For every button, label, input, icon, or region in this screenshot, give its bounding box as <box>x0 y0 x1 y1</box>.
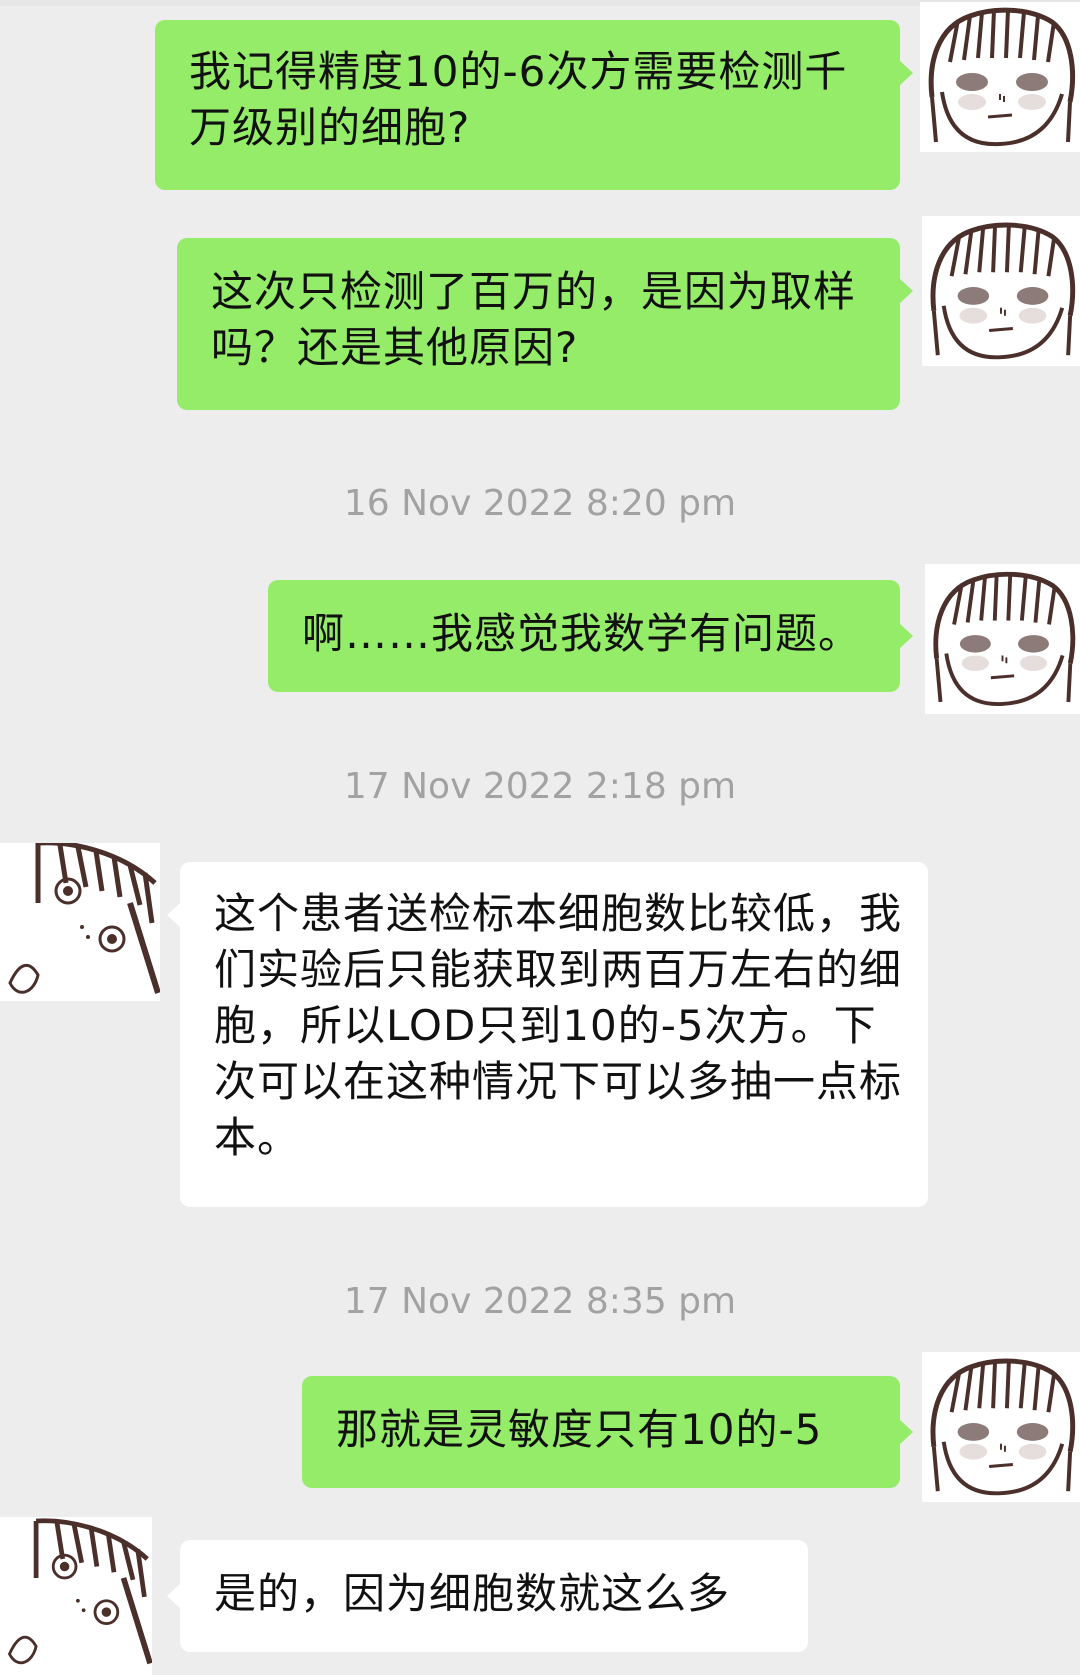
self-avatar[interactable] <box>925 564 1080 714</box>
message-bubble-incoming[interactable]: 这个患者送检标本细胞数比较低，我们实验后只能获取到两百万左右的细胞，所以LOD只… <box>167 862 928 1207</box>
cartoon-girl-bangs-avatar-icon <box>922 1352 1080 1502</box>
contact-avatar[interactable] <box>0 1517 152 1675</box>
contact-avatar[interactable] <box>0 843 160 1001</box>
message-bubble-outgoing[interactable]: 啊……我感觉我数学有问题。 <box>268 580 913 692</box>
self-avatar[interactable] <box>920 2 1080 152</box>
message-bubble-outgoing[interactable]: 我记得精度10的-6次方需要检测千万级别的细胞? <box>155 20 913 190</box>
message-bubble-outgoing[interactable]: 那就是灵敏度只有10的-5 <box>302 1376 913 1488</box>
cartoon-girl-bangs-avatar-icon <box>922 216 1080 366</box>
cartoon-girl-bangs-avatar-icon <box>920 2 1080 152</box>
message-bubble-incoming[interactable]: 是的，因为细胞数就这么多 <box>167 1540 808 1652</box>
top-divider <box>0 0 1080 6</box>
message-timestamp: 16 Nov 2022 8:20 pm <box>343 483 737 524</box>
self-avatar[interactable] <box>922 216 1080 366</box>
message-text: 这次只检测了百万的，是因为取样吗？还是其他原因? <box>211 267 857 372</box>
self-avatar[interactable] <box>922 1352 1080 1502</box>
message-text: 是的，因为细胞数就这么多 <box>214 1569 731 1618</box>
message-text: 这个患者送检标本细胞数比较低，我们实验后只能获取到两百万左右的细胞，所以LOD只… <box>214 889 903 1162</box>
message-text: 那就是灵敏度只有10的-5 <box>336 1405 823 1454</box>
message-text: 啊……我感觉我数学有问题。 <box>302 609 862 658</box>
cartoon-girl-bangs-avatar-icon <box>925 566 1080 712</box>
cartoon-girl-peeking-avatar-icon <box>0 1518 152 1672</box>
message-bubble-outgoing[interactable]: 这次只检测了百万的，是因为取样吗？还是其他原因? <box>177 238 913 410</box>
message-timestamp: 17 Nov 2022 2:18 pm <box>343 766 737 807</box>
message-timestamp: 17 Nov 2022 8:35 pm <box>343 1281 737 1322</box>
cartoon-girl-peeking-avatar-icon <box>0 843 160 1001</box>
message-text: 我记得精度10的-6次方需要检测千万级别的细胞? <box>189 47 848 152</box>
